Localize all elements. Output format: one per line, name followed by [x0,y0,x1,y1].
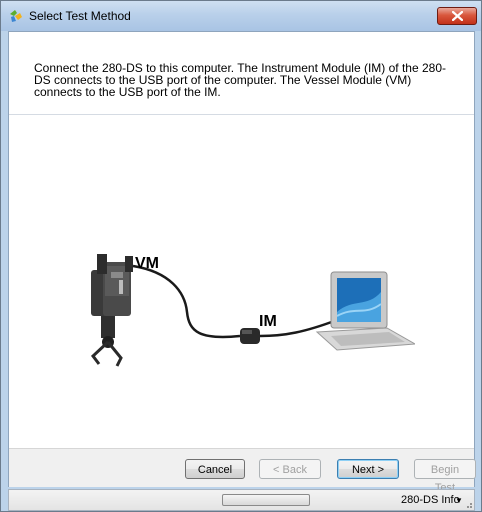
close-button[interactable] [437,7,477,25]
header-divider [9,114,474,115]
dialog-window: Select Test Method Connect the 280-DS to… [0,0,482,512]
laptop-image [315,271,415,351]
app-icon [8,8,24,24]
vm-label: VM [135,255,159,272]
instrument-module-image [240,328,260,344]
dropdown-arrow-icon[interactable]: ▼ [455,496,463,505]
begin-test-button[interactable]: Begin Test [414,459,476,494]
back-button[interactable]: < Back [259,459,321,479]
vessel-module-image [90,254,133,367]
title-bar[interactable]: Select Test Method [1,1,481,31]
progress-bar [222,494,310,506]
status-bar: 280-DS Info ▼ [8,489,475,511]
dialog-content: Connect the 280-DS to this computer. The… [8,31,476,494]
button-bar: Cancel < Back Next > Begin Test [9,448,476,494]
window-title: Select Test Method [29,9,131,23]
connection-diagram: VM IM [90,254,415,367]
next-button[interactable]: Next > [337,459,399,479]
close-icon [452,11,463,21]
device-info-menu[interactable]: 280-DS Info [401,494,460,506]
cancel-button[interactable]: Cancel [185,459,245,479]
resize-grip-icon[interactable] [463,499,473,509]
im-label: IM [259,313,277,330]
instructions-text: Connect the 280-DS to this computer. The… [34,61,446,99]
